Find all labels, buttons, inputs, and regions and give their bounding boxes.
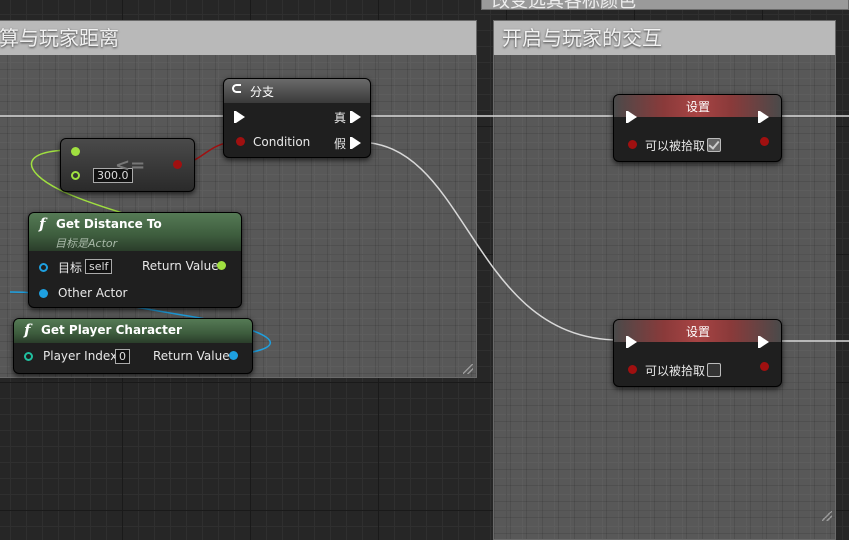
branch-condition-label: Condition — [253, 135, 311, 149]
set-node-bottom[interactable]: 设置 可以被拾取 — [613, 319, 782, 387]
get-player-header[interactable]: f Get Player Character — [14, 319, 252, 343]
get-distance-return-label: Return Value — [142, 259, 219, 273]
branch-true-label: 真 — [334, 111, 347, 125]
compare-a-pin[interactable] — [71, 147, 80, 156]
set-top-checkbox[interactable] — [707, 138, 721, 152]
compare-operator: <= — [115, 155, 146, 176]
get-player-return-pin[interactable] — [229, 351, 238, 360]
set-top-prop-pin[interactable] — [628, 140, 637, 149]
get-distance-return-pin[interactable] — [217, 261, 226, 270]
set-node-top-title: 设置 — [686, 100, 711, 114]
branch-exec-in-pin[interactable] — [234, 111, 245, 123]
compare-node[interactable]: 300.0 <= — [60, 138, 195, 192]
branch-node[interactable]: 分支 真 Condition 假 — [223, 78, 371, 158]
get-distance-target-value[interactable]: self — [85, 259, 113, 274]
exec-wire-false — [357, 141, 621, 341]
compare-result-pin[interactable] — [173, 160, 182, 169]
get-distance-subtitle: 目标是Actor — [55, 237, 118, 250]
set-bottom-exec-in-pin[interactable] — [626, 336, 637, 348]
get-player-index-input[interactable]: 0 — [115, 349, 130, 364]
set-node-bottom-title: 设置 — [686, 325, 711, 339]
branch-condition-pin[interactable] — [236, 137, 245, 146]
set-bottom-prop-pin[interactable] — [628, 365, 637, 374]
set-node-top-header[interactable]: 设置 — [614, 95, 781, 117]
function-icon: f — [39, 215, 46, 233]
set-node-top[interactable]: 设置 可以被拾取 — [613, 94, 782, 162]
set-top-exec-out-pin[interactable] — [758, 111, 769, 123]
set-top-prop-out-pin[interactable] — [760, 137, 769, 146]
compare-b-pin[interactable] — [71, 171, 80, 180]
get-player-title: Get Player Character — [41, 323, 182, 337]
branch-true-pin[interactable] — [350, 111, 361, 123]
get-player-return-label: Return Value — [153, 349, 230, 363]
branch-node-header[interactable]: 分支 — [224, 79, 370, 103]
get-distance-other-label: Other Actor — [58, 286, 128, 300]
set-bottom-prop-label: 可以被拾取 — [645, 364, 706, 378]
get-distance-title: Get Distance To — [56, 217, 162, 231]
get-distance-header[interactable]: f Get Distance To 目标是Actor — [29, 213, 241, 251]
get-distance-target-label: 目标 — [58, 261, 83, 275]
set-top-prop-label: 可以被拾取 — [645, 139, 706, 153]
set-bottom-prop-out-pin[interactable] — [760, 362, 769, 371]
set-top-exec-in-pin[interactable] — [626, 111, 637, 123]
branch-icon — [232, 84, 241, 93]
get-distance-other-pin[interactable] — [39, 289, 48, 298]
checkmark-icon — [708, 138, 720, 150]
set-bottom-exec-out-pin[interactable] — [758, 336, 769, 348]
branch-false-pin[interactable] — [350, 137, 361, 149]
branch-false-label: 假 — [334, 137, 347, 151]
set-node-bottom-header[interactable]: 设置 — [614, 320, 781, 342]
branch-title: 分支 — [250, 85, 275, 99]
get-player-index-label: Player Index — [43, 349, 118, 363]
get-distance-target-pin[interactable] — [39, 263, 48, 272]
get-player-node[interactable]: f Get Player Character Player Index 0 Re… — [13, 318, 253, 374]
function-icon: f — [24, 321, 31, 339]
get-distance-node[interactable]: f Get Distance To 目标是Actor 目标 self Retur… — [28, 212, 242, 308]
get-player-index-pin[interactable] — [24, 352, 33, 361]
set-bottom-checkbox[interactable] — [707, 363, 721, 377]
